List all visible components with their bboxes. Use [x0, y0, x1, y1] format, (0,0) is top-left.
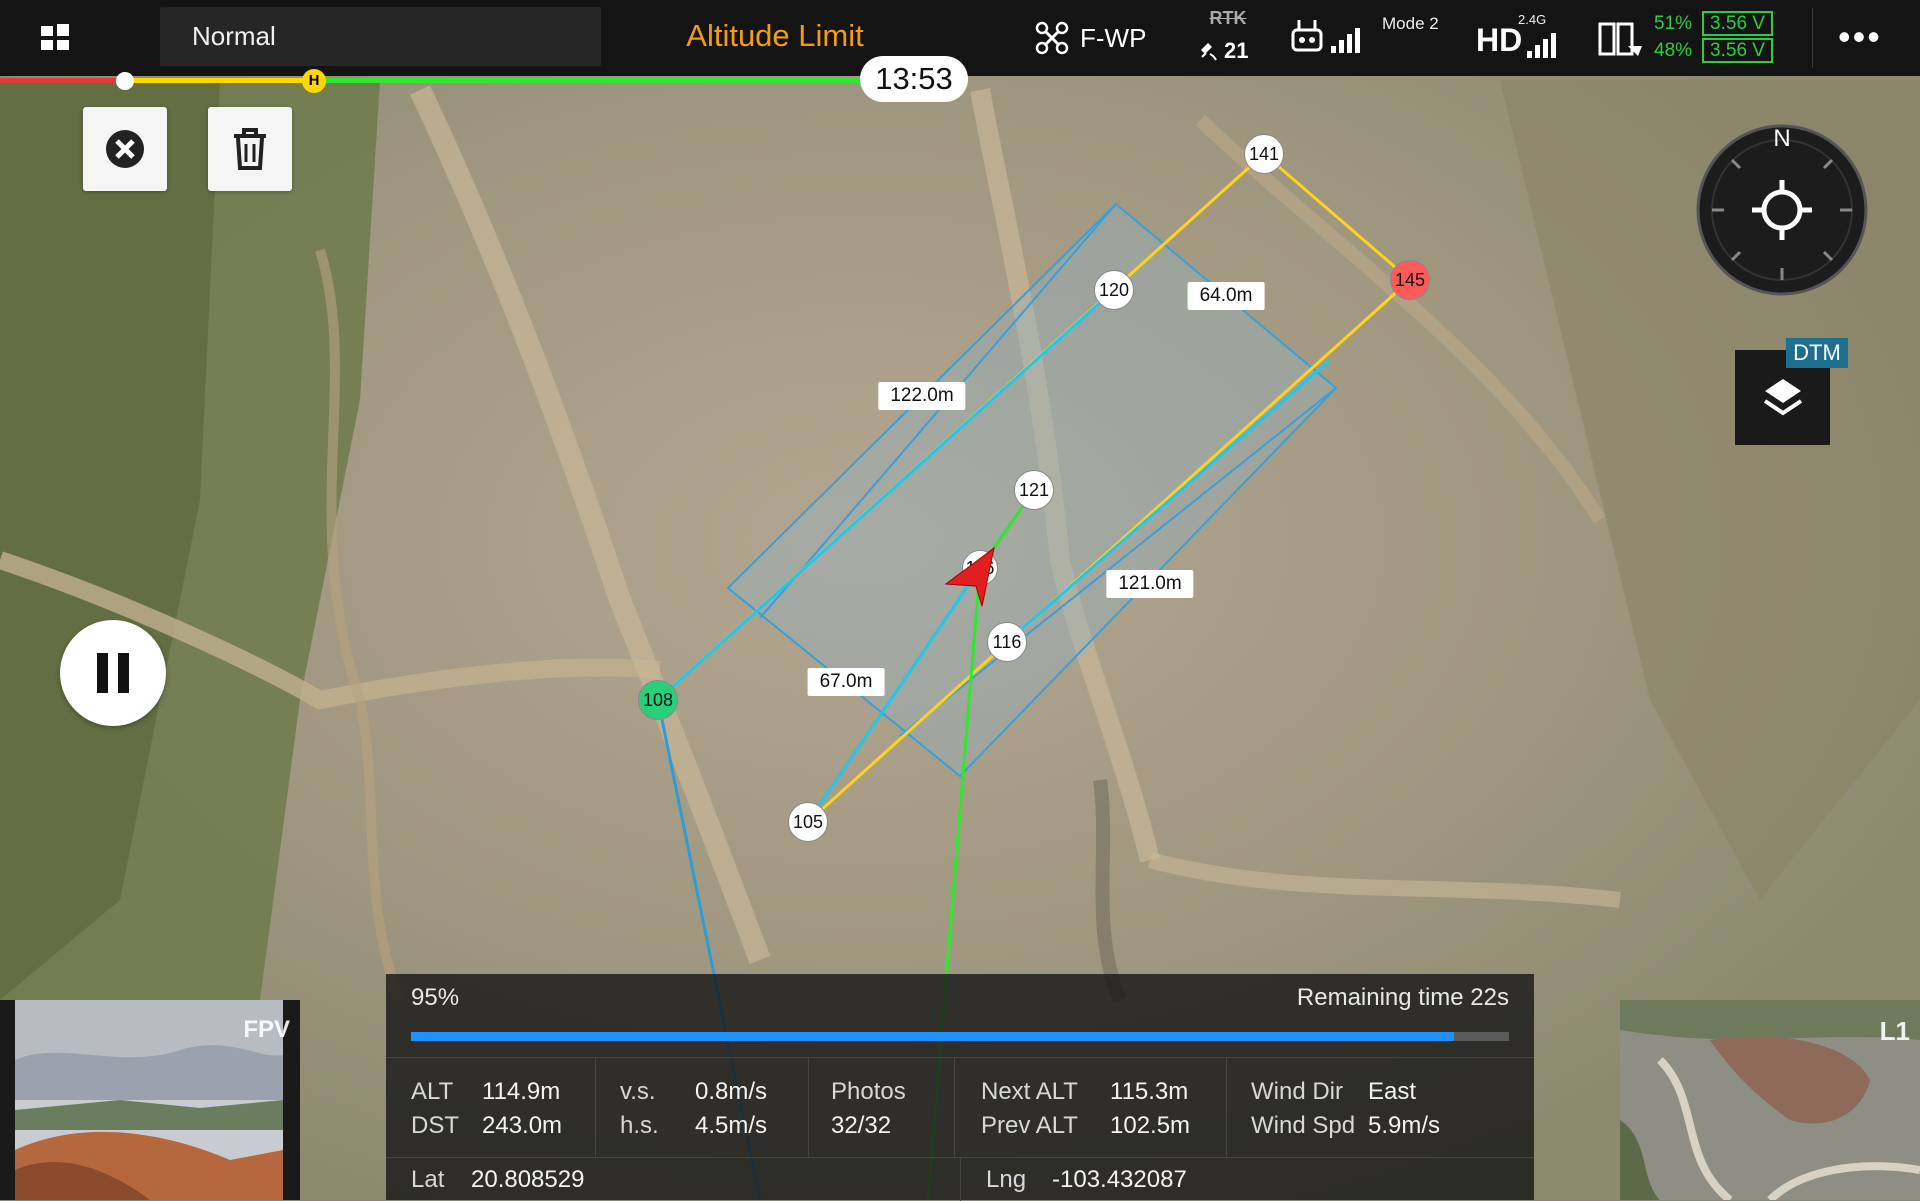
hs-label: h.s. [620, 1112, 659, 1139]
waypoint-marker[interactable]: 141 [1244, 134, 1284, 174]
fpv-label: FPV [243, 1016, 290, 1043]
wind-spd-value: 5.9m/s [1368, 1112, 1441, 1139]
alt-value: 114.9m [482, 1078, 561, 1105]
flight-battery-progress: H [0, 69, 870, 93]
waypoint-marker-current[interactable]: 145 [1390, 260, 1430, 300]
waypoint-marker[interactable]: 105 [788, 802, 828, 842]
satellite-count[interactable]: 21 [1198, 38, 1248, 64]
wind-spd-label: Wind Spd [1251, 1112, 1356, 1139]
wind-dir-label: Wind Dir [1251, 1078, 1344, 1105]
distance-label: 67.0m [807, 668, 885, 696]
mission-telemetry-panel: 95% Remaining time 22s ALT 114.9m DST 24… [386, 974, 1534, 1201]
satellite-icon [1201, 43, 1217, 61]
remaining-time: Remaining time 22s [1296, 984, 1509, 1011]
mission-progress-bar [411, 1032, 1509, 1041]
distance-label: 121.0m [1106, 570, 1194, 598]
home-marker: H [302, 69, 326, 93]
trash-icon [234, 128, 266, 170]
rtk-status[interactable]: RTK [1198, 8, 1258, 29]
waypoint-marker[interactable]: 116 [987, 622, 1027, 662]
battery-icon[interactable] [1598, 18, 1644, 63]
distance-label: 64.0m [1187, 282, 1265, 310]
alt-label: ALT [411, 1078, 454, 1105]
flight-time-remaining: 13:53 [860, 56, 968, 102]
pause-mission-button[interactable] [60, 620, 166, 726]
prev-alt-value: 102.5m [1110, 1112, 1191, 1139]
close-icon [106, 130, 144, 168]
pause-icon [97, 653, 129, 693]
drone-icon [1035, 21, 1069, 55]
grid-menu-icon[interactable] [38, 20, 74, 56]
rc-mode: Mode 2 [1382, 14, 1439, 33]
photos-label: Photos [831, 1078, 906, 1105]
fpv-camera-view[interactable]: FPV [0, 1000, 300, 1200]
more-options-icon[interactable]: ••• [1838, 19, 1882, 55]
layers-icon [1763, 378, 1802, 415]
lng-label: Lng [986, 1166, 1027, 1193]
prev-alt-label: Prev ALT [981, 1112, 1078, 1139]
telemetry-stats: ALT 114.9m DST 243.0m v.s. 0.8m/s h.s. 4… [386, 1057, 1534, 1158]
alt-dst-column: ALT 114.9m DST 243.0m [386, 1058, 596, 1158]
altitude-column: Next ALT 115.3m Prev ALT 102.5m [955, 1058, 1227, 1158]
lat-label: Lat [411, 1166, 445, 1193]
signal-bars-icon [1331, 28, 1360, 53]
video-signal-icon [1527, 33, 1557, 58]
wind-column: Wind Dir East Wind Spd 5.9m/s [1227, 1058, 1534, 1158]
divider [1812, 8, 1813, 68]
waypoint-marker[interactable]: 121 [1014, 470, 1054, 510]
aircraft-icon [944, 546, 995, 607]
remote-controller-icon [1291, 20, 1323, 52]
distance-label: 122.0m [878, 382, 966, 410]
coordinates-row: Lat 20.808529 Lng -103.432087 [386, 1157, 1534, 1201]
aircraft-status[interactable]: F-WP [1034, 18, 1146, 58]
vs-label: v.s. [620, 1078, 656, 1105]
dtm-badge: DTM [1786, 338, 1848, 368]
exit-mission-button[interactable] [83, 107, 167, 191]
return-marker [116, 72, 134, 90]
l1-camera-view[interactable]: L1 [1620, 1000, 1920, 1200]
lat-value: 20.808529 [471, 1166, 585, 1193]
flight-mode-selector[interactable]: Normal [160, 7, 601, 66]
mission-progress-fill [411, 1032, 1455, 1041]
photos-column: Photos 32/32 [809, 1058, 955, 1158]
altitude-limit-alert: Altitude Limit [686, 18, 864, 53]
video-band: 2.4G [1518, 12, 1547, 27]
speed-column: v.s. 0.8m/s h.s. 4.5m/s [596, 1058, 809, 1158]
compass-north-label: N [1773, 125, 1790, 152]
battery-status: 51% 3.56 V 48% 3.56 V [1654, 10, 1773, 64]
next-alt-label: Next ALT [981, 1078, 1078, 1105]
photos-value: 32/32 [831, 1112, 892, 1139]
hs-value: 4.5m/s [695, 1112, 768, 1139]
l1-label: L1 [1879, 1016, 1910, 1046]
wind-dir-value: East [1368, 1078, 1417, 1105]
rc-signal[interactable] [1290, 18, 1366, 54]
dst-value: 243.0m [482, 1112, 563, 1139]
dst-label: DST [411, 1112, 459, 1139]
aircraft-name: F-WP [1080, 22, 1147, 53]
compass-locate-button[interactable]: N [1694, 122, 1870, 298]
video-link[interactable]: HD [1476, 22, 1562, 59]
mission-progress-percent: 95% [411, 984, 460, 1011]
waypoint-marker-start[interactable]: 108 [638, 680, 678, 720]
delete-button[interactable] [208, 107, 292, 191]
next-alt-value: 115.3m [1110, 1078, 1189, 1105]
waypoint-marker[interactable]: 120 [1094, 270, 1134, 310]
vs-value: 0.8m/s [695, 1078, 768, 1105]
lng-value: -103.432087 [1052, 1166, 1187, 1193]
